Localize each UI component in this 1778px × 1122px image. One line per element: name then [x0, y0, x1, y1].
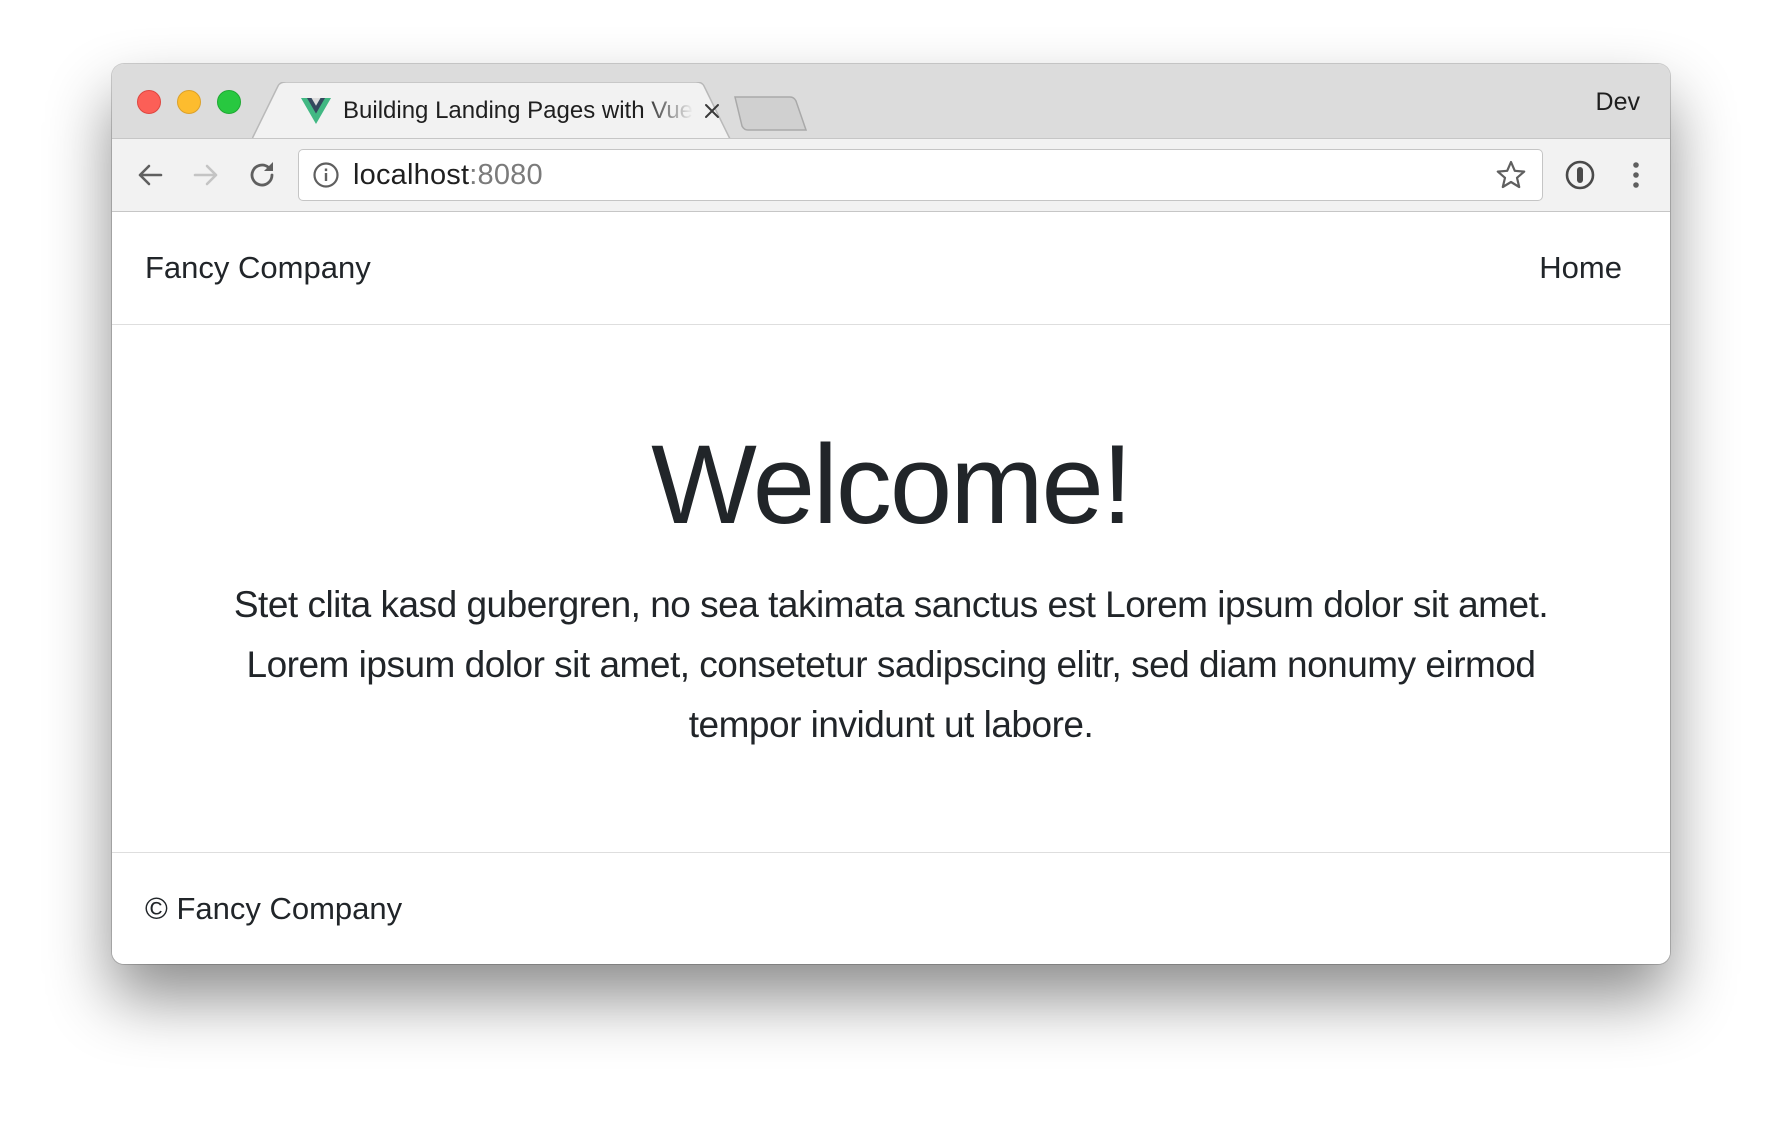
arrow-right-icon	[193, 164, 218, 186]
close-window-button[interactable]	[137, 90, 161, 114]
page-viewport: Fancy Company Home Welcome! Stet clita k…	[112, 212, 1670, 964]
vue-logo-icon	[301, 98, 331, 124]
forward-button[interactable]	[188, 157, 224, 193]
close-icon	[705, 104, 719, 118]
nav-link-home[interactable]: Home	[1539, 250, 1622, 286]
browser-window: Building Landing Pages with Vue.js Dev l…	[112, 64, 1670, 964]
bookmark-button[interactable]	[1494, 158, 1528, 192]
tab-title: Building Landing Pages with Vue.js	[343, 97, 693, 124]
url-text[interactable]: localhost:8080	[353, 159, 1494, 192]
minimize-window-button[interactable]	[177, 90, 201, 114]
tab-active[interactable]: Building Landing Pages with Vue.js	[287, 84, 727, 138]
vertical-dots-icon	[1633, 162, 1639, 188]
site-navbar: Fancy Company Home	[112, 212, 1670, 325]
back-button[interactable]	[132, 157, 168, 193]
address-bar[interactable]: localhost:8080	[298, 149, 1543, 201]
url-host: localhost	[353, 158, 470, 191]
tab-close-button[interactable]	[699, 98, 725, 124]
info-icon	[313, 162, 339, 188]
password-manager-icon	[1565, 160, 1595, 190]
extension-button[interactable]	[1562, 157, 1598, 193]
arrow-left-icon	[138, 164, 163, 186]
menu-button[interactable]	[1618, 157, 1654, 193]
browser-toolbar: localhost:8080	[112, 138, 1670, 212]
profile-name[interactable]: Dev	[1596, 88, 1640, 117]
new-tab-icon[interactable]	[734, 96, 808, 132]
navbar-brand[interactable]: Fancy Company	[145, 250, 371, 286]
zoom-window-button[interactable]	[217, 90, 241, 114]
site-info-button[interactable]	[311, 160, 341, 190]
footer-copyright: © Fancy Company	[145, 891, 403, 926]
site-footer: © Fancy Company	[112, 852, 1670, 964]
star-icon	[1496, 160, 1526, 189]
reload-button[interactable]	[244, 157, 280, 193]
hero-paragraph: Stet clita kasd gubergren, no sea takima…	[233, 584, 1549, 745]
url-port: :8080	[469, 158, 543, 191]
hero-section: Welcome! Stet clita kasd gubergren, no s…	[112, 325, 1670, 852]
tab-strip: Building Landing Pages with Vue.js Dev	[112, 64, 1670, 139]
reload-icon	[250, 162, 274, 187]
hero-heading: Welcome!	[651, 422, 1133, 547]
